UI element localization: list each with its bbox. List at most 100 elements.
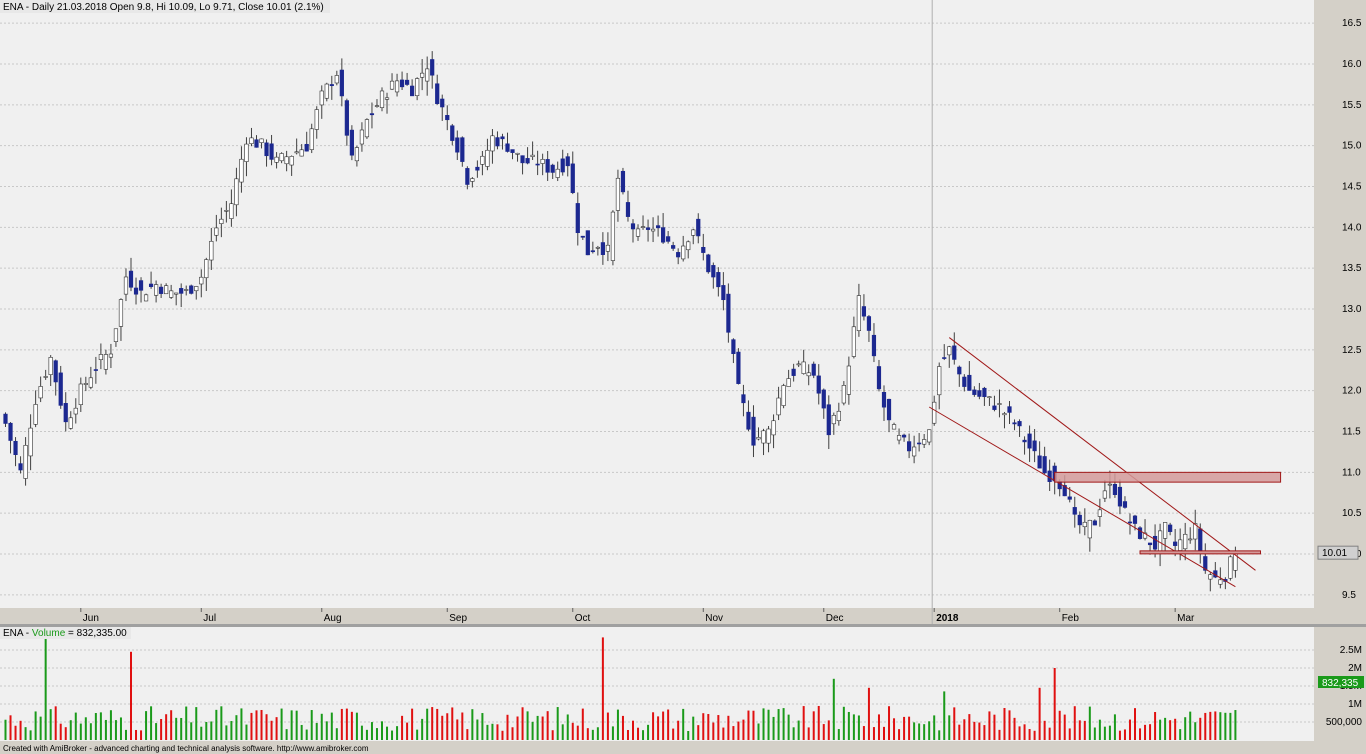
candle-body bbox=[394, 80, 400, 93]
volume-bar bbox=[581, 708, 584, 740]
candle-body bbox=[590, 250, 595, 253]
volume-bar bbox=[210, 721, 213, 740]
volume-bar bbox=[933, 715, 936, 740]
volume-bar bbox=[491, 723, 494, 740]
candle-body bbox=[761, 430, 766, 444]
volume-bar bbox=[260, 709, 263, 740]
volume-bar bbox=[255, 710, 258, 740]
volume-bar bbox=[175, 717, 178, 740]
candle-body bbox=[1097, 509, 1102, 517]
candle-body bbox=[655, 225, 661, 229]
candle-body bbox=[339, 69, 344, 97]
volume-bar bbox=[576, 725, 579, 740]
volume-bar bbox=[827, 720, 830, 740]
candle-body bbox=[1117, 486, 1123, 507]
volume-header-prefix: ENA - bbox=[3, 628, 32, 639]
volume-bar bbox=[531, 721, 534, 740]
candle-body bbox=[525, 158, 530, 164]
volume-bar bbox=[240, 708, 243, 740]
candle-body bbox=[826, 404, 831, 436]
volume-bar bbox=[687, 730, 690, 740]
candle-body bbox=[309, 128, 314, 150]
volume-bar bbox=[466, 729, 469, 740]
candle-body bbox=[1228, 556, 1233, 579]
volume-bar bbox=[84, 717, 87, 740]
volume-bar bbox=[521, 707, 524, 740]
volume-bar bbox=[1128, 719, 1131, 740]
last-price-marker: 10.01 bbox=[1317, 545, 1359, 560]
volume-bar bbox=[290, 710, 293, 740]
volume-bar bbox=[350, 711, 353, 740]
candle-body bbox=[726, 293, 731, 333]
volume-bar bbox=[677, 720, 680, 740]
candle-body bbox=[1007, 406, 1012, 413]
volume-bar bbox=[220, 706, 223, 740]
volume-bar bbox=[386, 726, 389, 740]
volume-bar bbox=[39, 716, 42, 740]
volume-bar bbox=[1098, 719, 1101, 740]
volume-bar bbox=[637, 727, 640, 740]
candle-body bbox=[1027, 433, 1032, 449]
candle-body bbox=[470, 178, 475, 182]
price-tick-label: 16.5 bbox=[1342, 18, 1362, 29]
candle-body bbox=[304, 143, 309, 152]
volume-bar bbox=[335, 728, 338, 740]
volume-bar bbox=[1204, 712, 1207, 740]
candle-body bbox=[1017, 421, 1022, 427]
candle-body bbox=[972, 389, 977, 395]
volume-bar bbox=[772, 716, 775, 740]
candle-body bbox=[13, 440, 18, 455]
candle-body bbox=[816, 375, 821, 394]
candle-body bbox=[671, 245, 676, 249]
candle-body bbox=[610, 211, 616, 261]
month-label: Oct bbox=[575, 613, 591, 624]
volume-bar bbox=[1068, 728, 1071, 740]
volume-bar bbox=[782, 708, 785, 740]
price-tick-label: 15.0 bbox=[1342, 141, 1362, 152]
candle-body bbox=[861, 306, 867, 317]
candle-body bbox=[510, 149, 515, 153]
volume-bar bbox=[822, 724, 825, 740]
volume-bar bbox=[481, 713, 484, 740]
volume-bar bbox=[345, 708, 348, 740]
volume-bar bbox=[1219, 712, 1222, 740]
volume-bar bbox=[1184, 717, 1187, 740]
month-label: Nov bbox=[705, 613, 723, 624]
candle-body bbox=[560, 158, 565, 173]
volume-bar bbox=[1053, 668, 1056, 740]
candle-body bbox=[53, 360, 58, 383]
volume-bar bbox=[893, 718, 896, 740]
volume-bar bbox=[145, 711, 148, 740]
volume-tick-label: 2M bbox=[1348, 663, 1362, 674]
volume-bar bbox=[190, 722, 193, 740]
volume-bar bbox=[551, 730, 554, 740]
volume-bar bbox=[109, 710, 112, 740]
panel-separator[interactable] bbox=[0, 624, 1366, 627]
candle bbox=[364, 118, 370, 139]
candle-body bbox=[932, 401, 937, 424]
volume-bar bbox=[446, 713, 449, 740]
candle-body bbox=[359, 129, 365, 145]
volume-bar bbox=[1028, 729, 1031, 740]
volume-bar bbox=[817, 705, 820, 740]
volume-bar bbox=[1088, 706, 1091, 740]
candle-body bbox=[917, 442, 922, 445]
volume-bar bbox=[1214, 711, 1217, 740]
volume-bar bbox=[330, 712, 333, 740]
volume-bar bbox=[958, 724, 961, 740]
volume-bar bbox=[883, 726, 885, 740]
candle-body bbox=[736, 351, 741, 384]
candle-body bbox=[580, 235, 585, 238]
volume-bar bbox=[24, 727, 27, 740]
candle-body bbox=[58, 372, 63, 406]
candle-body bbox=[691, 229, 696, 236]
candle-body bbox=[801, 361, 806, 374]
candle-body bbox=[846, 365, 851, 395]
volume-bar bbox=[1008, 710, 1011, 740]
volume-bar bbox=[1234, 710, 1237, 740]
price-tick-label: 14.0 bbox=[1342, 222, 1362, 233]
candle-body bbox=[1132, 515, 1138, 524]
candle bbox=[1228, 555, 1233, 581]
month-label: Sep bbox=[449, 613, 467, 624]
candle-body bbox=[1022, 439, 1027, 443]
